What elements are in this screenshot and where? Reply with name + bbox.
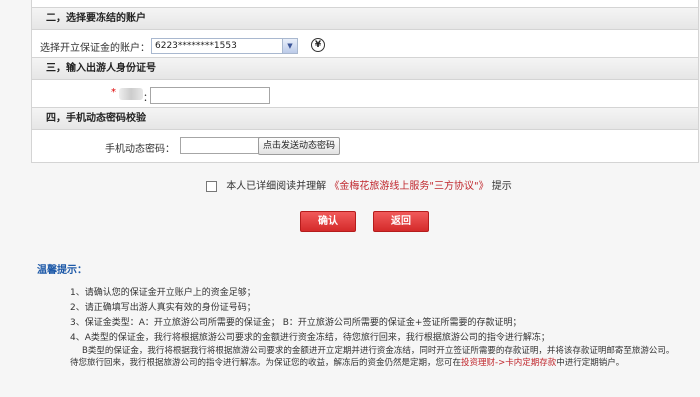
form-panel: 二，选择要冻结的账户 三，输入出游人身份证号 四，手机动态密码校验 [31, 0, 699, 163]
back-button[interactable]: 返回 [373, 211, 429, 232]
section-header-id-number: 三，输入出游人身份证号 [32, 57, 698, 80]
agreement-link[interactable]: 《金梅花旅游线上服务"三方协议"》 [329, 181, 488, 192]
agreement-prefix: 本人已详细阅读并理解 [226, 181, 327, 192]
tip-line-6: 待您旅行回来，我行根据旅游公司的指令进行解冻。为保证您的收益，解冻后的资金仍然是… [70, 356, 624, 368]
tip-line-5: B类型的保证金，我行将根据我行将根据旅游公司要求的金额进开立定期并进行资金冻结，… [82, 346, 675, 356]
account-select-label: 选择开立保证金的账户： [40, 43, 150, 54]
chevron-down-icon[interactable]: ▼ [282, 39, 297, 53]
section-header-sms: 四，手机动态密码校验 [32, 107, 698, 130]
agreement-row: 本人已详细阅读并理解 《金梅花旅游线上服务"三方协议"》 提示 [206, 177, 512, 192]
tip-line-3: 3、保证金类型：A：开立旅游公司所需要的保证金； B：开立旅游公司所需要的保证金… [70, 318, 522, 328]
send-sms-code-button[interactable]: 点击发送动态密码 [258, 137, 340, 155]
tip-line-4: 4、A类型的保证金，我行将根据旅游公司要求的金额进行资金冻结，待您旅行回来，我行… [70, 333, 550, 343]
confirm-button[interactable]: 确认 [300, 211, 356, 232]
id-number-input[interactable] [150, 87, 270, 104]
tip-line-6-suffix: 中进行定期销户。 [556, 358, 625, 368]
section-header-account: 二，选择要冻结的账户 [32, 7, 698, 30]
tip-line-6-prefix: 待您旅行回来，我行根据旅游公司的指令进行解冻。为保证您的收益，解冻后的资金仍然是… [70, 358, 462, 368]
id-number-label-blurred [119, 88, 143, 100]
tip-line-1: 1、请确认您的保证金开立账户上的资金足够； [70, 288, 256, 298]
tip-line-6-link[interactable]: 投资理财->卡内定期存款 [461, 358, 556, 368]
tip-line-2: 2、请正确填写出游人真实有效的身份证号码； [70, 303, 256, 313]
account-select-value: 6223********1553 [155, 41, 237, 51]
required-star: * [111, 87, 116, 98]
yen-icon: ¥ [311, 38, 325, 52]
agreement-checkbox[interactable] [206, 180, 217, 192]
agreement-suffix: 提示 [491, 181, 512, 192]
sms-code-label: 手机动态密码： [105, 144, 175, 155]
tips-title: 温馨提示： [37, 265, 87, 276]
account-select[interactable]: 6223********1553 ▼ [151, 38, 298, 54]
